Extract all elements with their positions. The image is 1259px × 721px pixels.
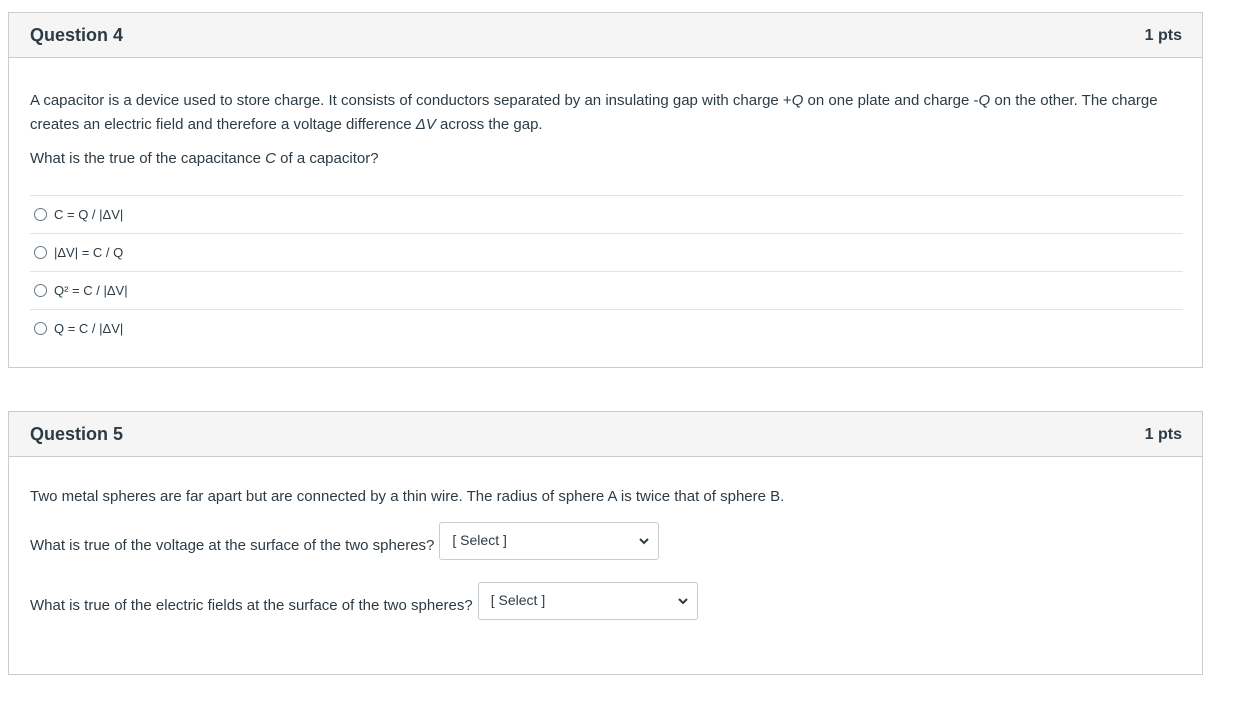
question-5-header: Question 5 1 pts (9, 412, 1202, 457)
field-select-value: [ Select ] (490, 592, 546, 608)
voltage-select-value: [ Select ] (452, 532, 507, 548)
intro-symbol-q: Q (978, 92, 991, 109)
question-4-prompt: What is the true of the capacitance C of… (30, 147, 379, 171)
answer-label: Q² = C / |ΔV| (54, 283, 128, 298)
radio-button-icon[interactable] (34, 208, 47, 221)
field-prompt: What is true of the electric fields at t… (30, 596, 473, 614)
question-5-title: Question 5 (30, 424, 124, 444)
question-4-points: 1 pts (1144, 27, 1182, 44)
question-5-points: 1 pts (1144, 426, 1182, 443)
question-4-title: Question 4 (30, 25, 124, 45)
intro-text: A capacitor is a device used to store ch… (30, 92, 792, 109)
answer-option-3[interactable]: Q² = C / |ΔV| (30, 271, 1183, 309)
field-question-row: What is true of the electric fields at t… (30, 582, 698, 620)
intro-text: across the gap. (435, 116, 543, 133)
answer-option-2[interactable]: |ΔV| = C / Q (30, 233, 1183, 271)
prompt-symbol-c: C (265, 150, 276, 167)
prompt-text: of a capacitor? (275, 150, 379, 167)
question-4: Question 4 1 pts A capacitor is a device… (8, 12, 1203, 368)
intro-symbol-q: Q (791, 92, 804, 109)
voltage-question-row: What is true of the voltage at the surfa… (30, 522, 660, 560)
chevron-down-icon (639, 538, 650, 545)
answer-label: |ΔV| = C / Q (54, 245, 124, 260)
voltage-prompt: What is true of the voltage at the surfa… (30, 536, 435, 554)
answer-option-1[interactable]: C = Q / |ΔV| (30, 195, 1183, 233)
question-4-answers: C = Q / |ΔV| |ΔV| = C / Q Q² = C / |ΔV| … (30, 195, 1183, 347)
question-5-intro: Two metal spheres are far apart but are … (30, 488, 785, 505)
question-5: Question 5 1 pts Two metal spheres are f… (8, 411, 1203, 675)
answer-option-4[interactable]: Q = C / |ΔV| (30, 309, 1183, 347)
prompt-text: What is the true of the capacitance (30, 150, 266, 167)
voltage-select[interactable]: [ Select ] (439, 522, 660, 560)
radio-button-icon[interactable] (34, 322, 47, 335)
field-select[interactable]: [ Select ] (477, 582, 698, 620)
answer-label: Q = C / |ΔV| (54, 321, 124, 336)
chevron-down-icon (678, 598, 688, 605)
radio-button-icon[interactable] (34, 246, 47, 259)
question-4-intro: A capacitor is a device used to store ch… (30, 89, 1180, 137)
intro-symbol-delta-v: ΔV (415, 116, 436, 133)
radio-button-icon[interactable] (34, 284, 47, 297)
question-4-header: Question 4 1 pts (9, 13, 1202, 58)
answer-label: C = Q / |ΔV| (54, 207, 124, 222)
intro-text: on one plate and charge - (803, 92, 979, 109)
